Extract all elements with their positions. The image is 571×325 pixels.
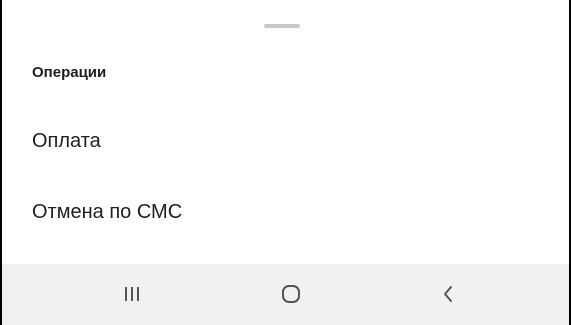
menu-item-label: Оплата (32, 130, 101, 152)
drag-handle[interactable] (264, 24, 300, 28)
bottom-sheet: Операции Оплата Отмена по СМС (2, 0, 569, 264)
home-icon (282, 285, 300, 303)
menu-item-label: Отмена по СМС (32, 201, 183, 223)
home-button[interactable] (261, 272, 321, 316)
menu-item-cancel-by-sms[interactable]: Отмена по СМС (2, 183, 569, 241)
screen: Операции Оплата Отмена по СМС (0, 0, 571, 325)
back-button[interactable] (419, 272, 479, 316)
recents-button[interactable] (102, 272, 162, 316)
navigation-bar (2, 264, 569, 325)
recents-icon (125, 287, 139, 301)
menu-item-payment[interactable]: Оплата (2, 112, 569, 170)
sheet-title: Операции (32, 64, 107, 81)
back-icon (444, 286, 452, 302)
